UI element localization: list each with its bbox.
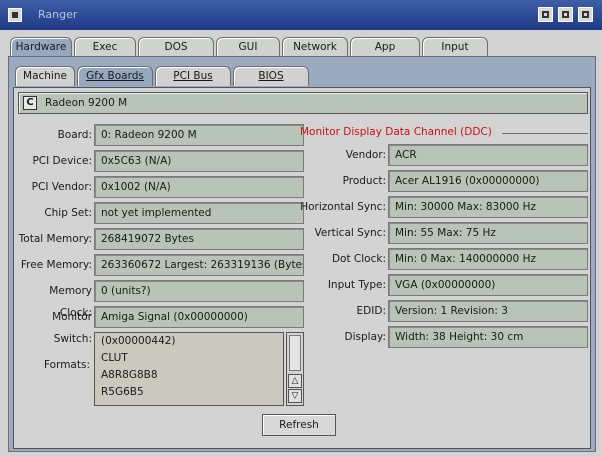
- board-field: 0: Radeon 9200 M: [94, 124, 304, 146]
- pci-device-field: 0x5C63 (N/A): [94, 150, 304, 172]
- tab-pci-bus[interactable]: PCI Bus: [155, 66, 231, 86]
- tab-gfx-boards-label: Gfx Boards: [86, 70, 144, 82]
- total-memory-field: 268419072 Bytes: [94, 228, 304, 250]
- total-memory-label: Total Memory:: [18, 233, 92, 245]
- ddc-edid-label: EDID:: [356, 305, 386, 317]
- list-item[interactable]: A8R8G8B8: [95, 367, 283, 384]
- close-button[interactable]: [8, 8, 22, 22]
- ddc-vendor-label: Vendor:: [345, 149, 386, 161]
- ddc-vsync-label: Vertical Sync:: [314, 227, 387, 239]
- ddc-hsync-label: Horizontal Sync:: [300, 201, 386, 213]
- ddc-edid-field: Version: 1 Revision: 3: [388, 300, 588, 322]
- title-bar: Ranger: [0, 0, 602, 30]
- gfx-boards-panel: C Radeon 9200 M Board: 0: Radeon 9200 M …: [13, 87, 591, 449]
- ddc-group-title: Monitor Display Data Channel (DDC): [300, 126, 492, 138]
- chip-set-label: Chip Set:: [44, 207, 92, 219]
- ddc-dot-clock-field: Min: 0 Max: 140000000 Hz: [388, 248, 588, 270]
- window-title: Ranger: [38, 8, 78, 21]
- monitor-switch-field: Amiga Signal (0x00000000): [94, 306, 304, 328]
- scroll-down-icon[interactable]: ▽: [288, 389, 302, 403]
- ddc-vsync-field: Min: 55 Max: 75 Hz: [388, 222, 588, 244]
- chip-set-field: not yet implemented: [94, 202, 304, 224]
- ddc-input-type-label: Input Type:: [327, 279, 386, 291]
- scroll-up-icon[interactable]: △: [288, 374, 302, 388]
- list-item[interactable]: (0x00000442): [95, 333, 283, 350]
- tab-network[interactable]: Network: [282, 37, 348, 57]
- free-memory-label: Free Memory:: [20, 259, 92, 271]
- tab-app[interactable]: App: [350, 37, 420, 57]
- pci-device-label: PCI Device:: [32, 155, 92, 167]
- tab-hardware[interactable]: Hardware: [10, 37, 72, 57]
- board-label: Board:: [57, 129, 92, 141]
- pci-vendor-field: 0x1002 (N/A): [94, 176, 304, 198]
- iconify-button[interactable]: [538, 7, 553, 22]
- list-item[interactable]: CLUT: [95, 350, 283, 367]
- list-item[interactable]: R5G6B5: [95, 384, 283, 401]
- refresh-button-label: Refresh: [279, 419, 319, 431]
- formats-list[interactable]: (0x00000442) CLUT A8R8G8B8 R5G6B5: [94, 332, 284, 406]
- ddc-hsync-field: Min: 30000 Max: 83000 Hz: [388, 196, 588, 218]
- tab-pci-bus-label: PCI Bus: [173, 70, 213, 82]
- depth-button[interactable]: [578, 7, 593, 22]
- tab-gfx-boards[interactable]: Gfx Boards: [77, 66, 153, 86]
- hardware-panel: Machine Gfx Boards PCI Bus BIOS C Radeon…: [8, 56, 596, 452]
- ddc-display-field: Width: 38 Height: 30 cm: [388, 326, 588, 348]
- ddc-product-field: Acer AL1916 (0x00000000): [388, 170, 588, 192]
- monitor-switch-label: Monitor Switch:: [52, 311, 92, 345]
- tab-exec[interactable]: Exec: [74, 37, 136, 57]
- ddc-product-label: Product:: [342, 175, 386, 187]
- tab-bios[interactable]: BIOS: [233, 66, 309, 86]
- memory-clock-label: Memory Clock:: [49, 285, 92, 319]
- ddc-input-type-field: VGA (0x00000000): [388, 274, 588, 296]
- ddc-dot-clock-label: Dot Clock:: [331, 253, 386, 265]
- ddc-vendor-field: ACR: [388, 144, 588, 166]
- group-divider: [502, 133, 588, 134]
- tab-input[interactable]: Input: [422, 37, 488, 57]
- memory-clock-field: 0 (units?): [94, 280, 304, 302]
- board-cycle-gadget[interactable]: C Radeon 9200 M: [18, 92, 588, 114]
- tab-dos[interactable]: DOS: [138, 37, 214, 57]
- formats-label: Formats:: [43, 359, 90, 371]
- tab-gui[interactable]: GUI: [216, 37, 280, 57]
- cycle-icon: C: [23, 96, 37, 110]
- refresh-button[interactable]: Refresh: [262, 414, 336, 436]
- tab-machine[interactable]: Machine: [15, 66, 75, 86]
- tab-bios-label: BIOS: [258, 70, 284, 82]
- ddc-display-label: Display:: [344, 331, 386, 343]
- zoom-button[interactable]: [558, 7, 573, 22]
- ranger-window: Hardware Exec DOS GUI Network App Input …: [0, 30, 602, 456]
- free-memory-field: 263360672 Largest: 263319136 (Bytes: [94, 254, 304, 276]
- pci-vendor-label: PCI Vendor:: [31, 181, 92, 193]
- board-cycle-value: Radeon 9200 M: [45, 97, 128, 109]
